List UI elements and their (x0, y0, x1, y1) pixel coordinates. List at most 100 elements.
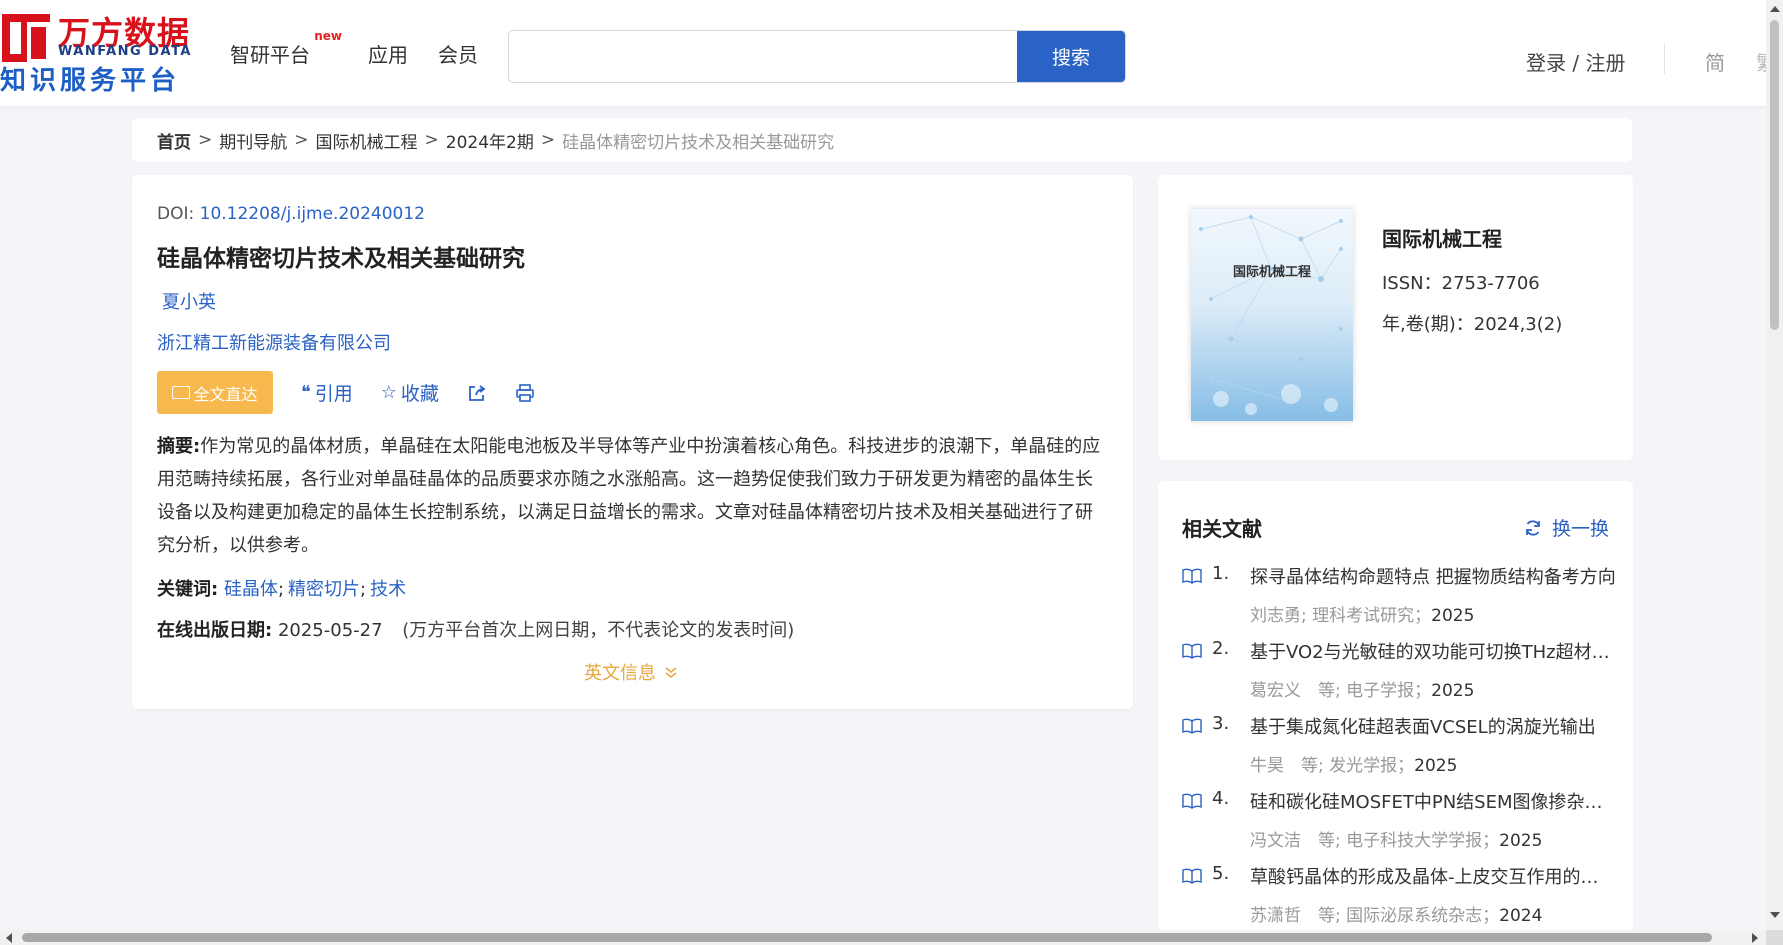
related-title-link[interactable]: 探寻晶体结构命题特点 把握物质结构备考方向 (1250, 563, 1616, 589)
fulltext-label: 全文直达 (193, 384, 258, 404)
cite-label: 引用 (314, 383, 353, 405)
share-button[interactable] (467, 383, 487, 403)
related-source[interactable]: 国际泌尿系统杂志； (1346, 906, 1499, 926)
scroll-right-arrow-icon[interactable] (1752, 933, 1758, 943)
keyword-separator: ; (360, 579, 367, 600)
related-year: 2024 (1499, 906, 1543, 926)
doi-link[interactable]: 10.12208/j.ijme.20240012 (200, 204, 425, 224)
logo-slogan: 知识服务平台 (0, 66, 181, 96)
keywords-label: 关键词: (157, 579, 219, 600)
related-source[interactable]: 发光学报； (1329, 756, 1414, 776)
organization-link[interactable]: 浙江精工新能源装备有限公司 (157, 329, 391, 355)
related-year: 2025 (1414, 756, 1458, 776)
scroll-down-arrow-icon[interactable] (1770, 912, 1780, 918)
nav-item-apps[interactable]: 应用 (368, 39, 408, 68)
fulltext-icon (172, 386, 191, 399)
breadcrumb-journal[interactable]: 国际机械工程 (316, 128, 418, 153)
related-title-link[interactable]: 草酸钙晶体的形成及晶体-上皮交互作用的研究进展 (1250, 863, 1616, 889)
related-authors[interactable]: 苏潇哲 等; (1250, 906, 1341, 926)
related-source[interactable]: 理科考试研究； (1312, 606, 1431, 626)
related-index: 4. (1212, 788, 1230, 809)
keyword-link[interactable]: 精密切片 (288, 579, 360, 600)
wanfang-logo[interactable]: 万方数据 WANFANG DATA 知识服务平台 (0, 10, 200, 96)
lang-simplified[interactable]: 简 (1705, 47, 1725, 76)
abstract-text: 作为常见的晶体材质，单晶硅在太阳能电池板及半导体等产业中扮演着核心角色。科技进步… (157, 436, 1101, 556)
new-badge: new (314, 28, 342, 43)
keyword-link[interactable]: 硅晶体 (224, 579, 278, 600)
scrollbar-corner (1766, 930, 1783, 945)
nav-item-label: 会员 (438, 42, 478, 67)
related-year: 2025 (1431, 681, 1475, 701)
related-authors[interactable]: 葛宏义 等; (1250, 681, 1341, 701)
favorite-button[interactable]: ☆ 收藏 (381, 379, 439, 406)
related-authors[interactable]: 刘志勇; (1250, 606, 1307, 626)
vertical-scroll-thumb[interactable] (1770, 20, 1779, 330)
scroll-left-arrow-icon[interactable] (6, 933, 12, 943)
keywords: 关键词: 硅晶体; 精密切片; 技术 (157, 575, 406, 601)
cover-title: 国际机械工程 (1232, 265, 1311, 280)
doi-label: DOI: (157, 204, 195, 224)
journal-volume: 年,卷(期)：2024,3(2) (1382, 314, 1563, 335)
article-actions: 全文直达 ❝ 引用 ☆ 收藏 (157, 371, 535, 414)
online-publish-date: 在线出版日期: 2025-05-27 (万方平台首次上网日期，不代表论文的发表时… (157, 616, 794, 642)
author-link[interactable]: 夏小英 (162, 288, 216, 314)
search-input[interactable] (509, 31, 1019, 82)
related-title: 相关文献 (1182, 517, 1262, 541)
pubdate-label: 在线出版日期: (157, 620, 273, 641)
keyword-separator: ; (277, 579, 285, 600)
related-index: 3. (1212, 713, 1230, 734)
horizontal-scroll-thumb[interactable] (22, 933, 1712, 942)
fulltext-button[interactable]: 全文直达 (157, 371, 273, 414)
nav-item-zhiyan[interactable]: 智研平台 new (230, 29, 342, 68)
related-title-link[interactable]: 硅和碳化硅MOSFET中PN结SEM图像掺杂衬度研究 (1250, 788, 1616, 814)
nav-item-label: 智研平台 (230, 42, 310, 67)
related-source[interactable]: 电子学报； (1346, 681, 1431, 701)
cite-button[interactable]: ❝ 引用 (301, 379, 353, 406)
double-chevron-down-icon (665, 667, 677, 679)
related-meta: 牛昊 等; 发光学报；2025 (1250, 751, 1616, 776)
printer-icon (516, 383, 534, 402)
breadcrumb-separator: > (540, 130, 556, 150)
related-title-link[interactable]: 基于VO2与光敏硅的双功能可切换THz超材料吸收器 (1250, 638, 1616, 664)
related-source[interactable]: 电子科技大学学报； (1346, 831, 1499, 851)
keyword-link[interactable]: 技术 (370, 579, 406, 600)
lang-traditional[interactable]: 繁 (1756, 47, 1766, 76)
nav-item-membership[interactable]: 会员 (438, 39, 478, 68)
login-register-link[interactable]: 登录 / 注册 (1526, 47, 1625, 76)
journal-issn: ISSN：2753-7706 (1382, 273, 1540, 294)
journal-cover[interactable]: 国际机械工程 (1191, 209, 1353, 421)
top-header: 万方数据 WANFANG DATA 知识服务平台 智研平台 new 应用 会员 … (0, 0, 1766, 106)
journal-info-card: 国际机械工程 国际机械工程 ISSN：2753-7706 年,卷(期)：2024… (1158, 175, 1633, 460)
related-item: 2. 基于VO2与光敏硅的双功能可切换THz超材料吸收器 葛宏义 等; 电子学报… (1182, 636, 1616, 711)
related-meta: 刘志勇; 理科考试研究；2025 (1250, 601, 1616, 626)
breadcrumb-home[interactable]: 首页 (157, 128, 191, 153)
breadcrumb-separator: > (294, 130, 309, 150)
wanfang-logo-mark-icon (2, 14, 51, 64)
related-year: 2025 (1499, 831, 1543, 851)
breadcrumb: 首页 > 期刊导航 > 国际机械工程 > 2024年2期 > 硅晶体精密切片技术… (132, 118, 1632, 162)
search-button[interactable]: 搜索 (1017, 31, 1125, 82)
related-authors[interactable]: 牛昊 等; (1250, 756, 1324, 776)
related-meta: 冯文洁 等; 电子科技大学学报；2025 (1250, 826, 1616, 851)
related-item: 3. 基于集成氮化硅超表面VCSEL的涡旋光输出 牛昊 等; 发光学报；2025 (1182, 711, 1612, 786)
doi-line: DOI: 10.12208/j.ijme.20240012 (157, 204, 425, 224)
scroll-up-arrow-icon[interactable] (1770, 6, 1780, 12)
related-index: 1. (1212, 563, 1230, 584)
breadcrumb-journal-nav[interactable]: 期刊导航 (219, 128, 287, 153)
related-item: 4. 硅和碳化硅MOSFET中PN结SEM图像掺杂衬度研究 冯文洁 等; 电子科… (1182, 786, 1616, 861)
english-info-toggle[interactable]: 英文信息 (584, 659, 678, 685)
refresh-button[interactable]: 换一换 (1524, 514, 1609, 541)
horizontal-scrollbar[interactable] (0, 930, 1766, 945)
breadcrumb-separator: > (198, 130, 213, 150)
journal-name[interactable]: 国际机械工程 (1382, 223, 1502, 252)
vertical-scrollbar[interactable] (1766, 0, 1783, 930)
related-title-link[interactable]: 基于集成氮化硅超表面VCSEL的涡旋光输出 (1250, 713, 1616, 739)
print-button[interactable] (515, 383, 535, 403)
abstract-label: 摘要: (157, 436, 201, 457)
book-icon (1182, 793, 1202, 809)
related-authors[interactable]: 冯文洁 等; (1250, 831, 1341, 851)
related-literature-card: 相关文献 换一换 1. 探寻晶体结构命题特点 把握物质结构备考方向 刘志勇; 理… (1158, 481, 1633, 931)
related-item: 1. 探寻晶体结构命题特点 把握物质结构备考方向 刘志勇; 理科考试研究；202… (1182, 561, 1616, 636)
breadcrumb-issue[interactable]: 2024年2期 (446, 128, 534, 153)
related-meta: 苏潇哲 等; 国际泌尿系统杂志；2024 (1250, 901, 1616, 926)
